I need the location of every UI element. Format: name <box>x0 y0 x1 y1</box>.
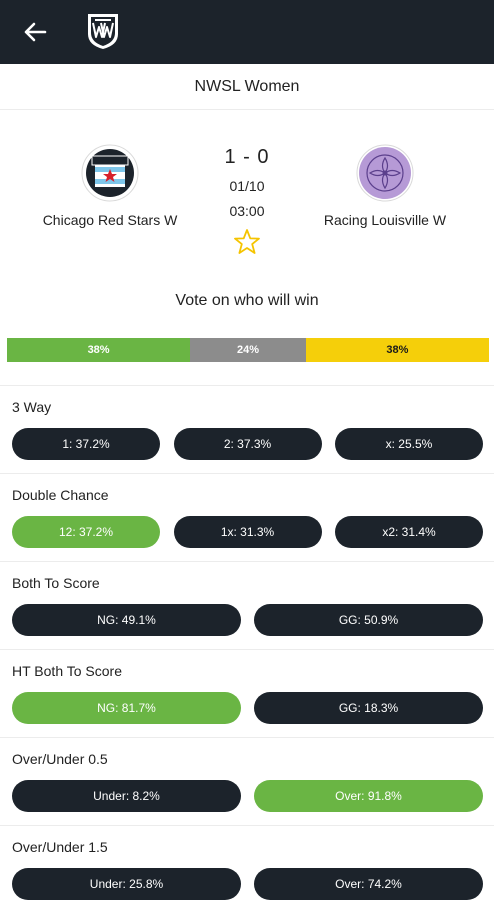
league-name: NWSL Women <box>0 64 494 110</box>
option-button[interactable]: x2: 31.4% <box>335 516 483 548</box>
option-button[interactable]: 1: 37.2% <box>12 428 160 460</box>
home-team-name: Chicago Red Stars W <box>42 212 178 228</box>
away-team-crest <box>356 144 414 202</box>
option-button[interactable]: GG: 18.3% <box>254 692 483 724</box>
market-options: NG: 49.1% GG: 50.9% <box>12 604 483 636</box>
market-title: Both To Score <box>12 575 100 591</box>
match-date: 01/10 <box>229 178 265 194</box>
market-title: Over/Under 0.5 <box>12 751 108 767</box>
market-title: Double Chance <box>12 487 109 503</box>
home-team-crest <box>81 144 139 202</box>
match-score: 1 - 0 <box>224 146 270 168</box>
market-over-under-0-5: Over/Under 0.5 Under: 8.2% Over: 91.8% <box>0 737 494 825</box>
market-double-chance: Double Chance 12: 37.2% 1x: 31.3% x2: 31… <box>0 473 494 561</box>
back-arrow-icon <box>24 22 47 42</box>
option-button[interactable]: Under: 25.8% <box>12 868 241 900</box>
vote-home-segment[interactable]: 38% <box>7 338 191 362</box>
market-options: NG: 81.7% GG: 18.3% <box>12 692 483 724</box>
market-both-to-score: Both To Score NG: 49.1% GG: 50.9% <box>0 561 494 649</box>
market-title: HT Both To Score <box>12 663 122 679</box>
market-options: 1: 37.2% 2: 37.3% x: 25.5% <box>12 428 483 460</box>
option-button[interactable]: Over: 74.2% <box>254 868 483 900</box>
option-button[interactable]: 1x: 31.3% <box>173 516 322 548</box>
vote-bar: 38% 24% 38% <box>7 338 489 362</box>
vote-away-segment[interactable]: 38% <box>305 338 489 362</box>
market-3-way: 3 Way 1: 37.2% 2: 37.3% x: 25.5% <box>0 385 494 473</box>
away-team[interactable]: Racing Louisville W <box>295 144 475 228</box>
option-button[interactable]: NG: 49.1% <box>12 604 241 636</box>
option-button[interactable]: GG: 50.9% <box>254 604 483 636</box>
option-button[interactable]: Over: 91.8% <box>254 780 483 812</box>
option-button[interactable]: 2: 37.3% <box>173 428 322 460</box>
option-button[interactable]: NG: 81.7% <box>12 692 241 724</box>
market-options: Under: 8.2% Over: 91.8% <box>12 780 483 812</box>
market-title: Over/Under 1.5 <box>12 839 108 855</box>
market-title: 3 Way <box>12 399 52 415</box>
option-button[interactable]: x: 25.5% <box>335 428 483 460</box>
option-button[interactable]: 12: 37.2% <box>12 516 160 548</box>
vote-title: Vote on who will win <box>175 292 319 309</box>
market-options: Under: 25.8% Over: 74.2% <box>12 868 483 900</box>
back-button[interactable] <box>18 16 52 48</box>
app-header <box>0 0 494 64</box>
option-button[interactable]: Under: 8.2% <box>12 780 241 812</box>
market-over-under-1-5: Over/Under 1.5 Under: 25.8% Over: 74.2% <box>0 825 494 900</box>
match-time: 03:00 <box>229 203 265 219</box>
away-team-name: Racing Louisville W <box>323 212 447 228</box>
home-team[interactable]: Chicago Red Stars W <box>20 144 200 228</box>
star-outline-icon[interactable] <box>233 228 261 256</box>
app-logo[interactable] <box>86 12 120 50</box>
market-ht-both-to-score: HT Both To Score NG: 81.7% GG: 18.3% <box>0 649 494 737</box>
market-options: 12: 37.2% 1x: 31.3% x2: 31.4% <box>12 516 483 548</box>
vote-draw-segment[interactable]: 24% <box>190 338 306 362</box>
